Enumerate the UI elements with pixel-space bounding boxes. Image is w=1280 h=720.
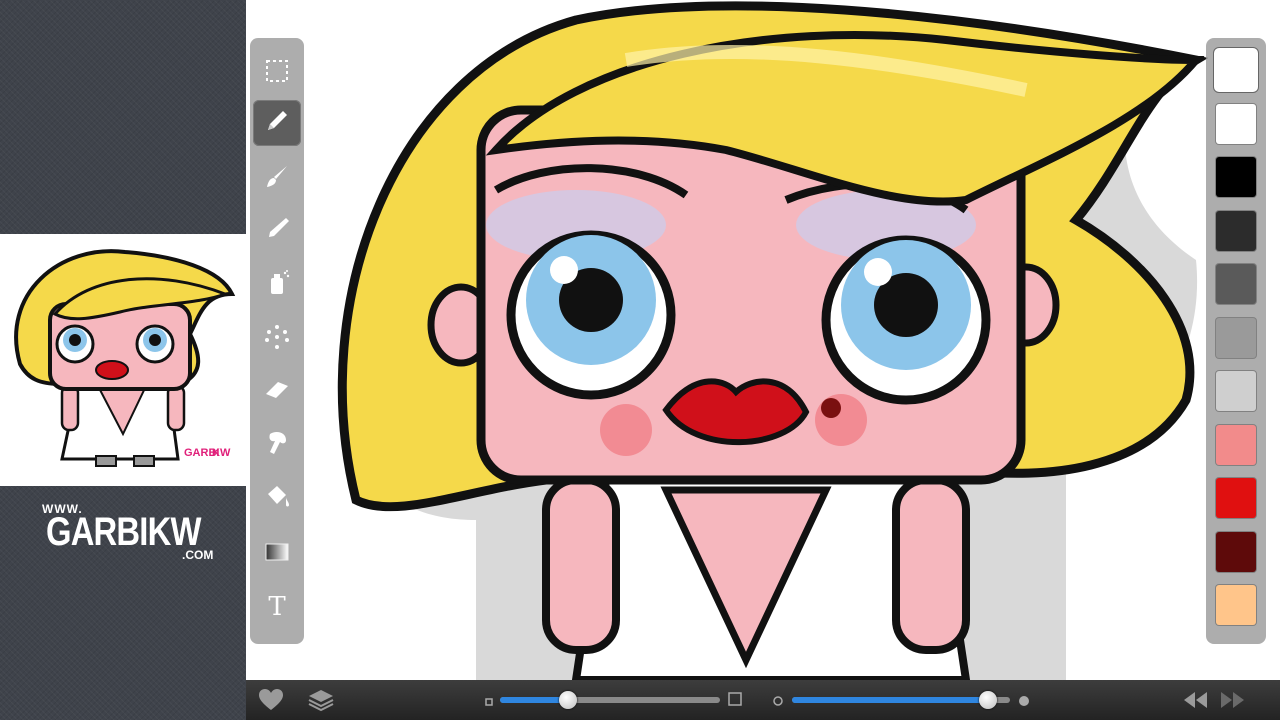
color-swatch[interactable]	[1216, 103, 1256, 144]
eraser-icon	[262, 374, 292, 409]
small-circle-icon	[772, 694, 784, 712]
spray-can-icon	[262, 268, 292, 303]
character-thumbnail: GARBI KW	[0, 234, 248, 486]
smudge-tool[interactable]	[253, 422, 301, 468]
marker-tool[interactable]	[253, 208, 301, 254]
scatter-dots-icon	[262, 322, 292, 357]
color-swatch[interactable]	[1216, 317, 1256, 358]
tool-palette: T	[250, 38, 304, 644]
spray-tool[interactable]	[253, 262, 301, 308]
smudge-finger-icon	[262, 428, 292, 463]
opacity-knob[interactable]	[979, 691, 998, 709]
brush-tool[interactable]	[253, 156, 301, 202]
brand-logo: WWW. GARBIKW .COM	[42, 500, 214, 570]
opacity-slider[interactable]	[792, 691, 1010, 709]
layers-icon[interactable]	[308, 688, 334, 712]
character-thumbnail-art: GARBI KW	[14, 249, 236, 467]
large-circle-icon	[1018, 694, 1030, 712]
color-swatch[interactable]	[1216, 210, 1256, 251]
color-swatch[interactable]	[1216, 478, 1256, 518]
gradient-icon	[262, 536, 292, 571]
pencil-icon	[262, 106, 292, 141]
brush-size-fill	[500, 697, 569, 703]
dashed-selection-icon	[262, 56, 292, 91]
gradient-tool[interactable]	[253, 530, 301, 576]
color-swatch[interactable]	[1216, 371, 1256, 411]
fill-tool[interactable]	[253, 476, 301, 522]
color-swatch[interactable]	[1216, 264, 1256, 304]
fast-forward-icon[interactable]	[1220, 688, 1246, 712]
small-square-icon	[484, 694, 494, 712]
brush-size-knob[interactable]	[559, 691, 578, 709]
rewind-icon[interactable]	[1182, 688, 1208, 712]
pencil-tool[interactable]	[253, 100, 301, 146]
color-swatch[interactable]	[1216, 157, 1256, 197]
canvas-artwork	[337, 1, 1209, 680]
selection-tool[interactable]	[253, 50, 301, 96]
brand-name: GARBIKW	[46, 510, 201, 554]
text-icon: T	[268, 592, 286, 622]
brush-icon	[262, 162, 292, 197]
drawing-canvas[interactable]	[246, 0, 1280, 680]
paint-bucket-icon	[262, 482, 292, 517]
opacity-fill	[792, 697, 989, 703]
heart-icon[interactable]	[258, 688, 284, 712]
brush-size-slider[interactable]	[500, 691, 720, 709]
scatter-tool[interactable]	[253, 316, 301, 362]
brand-tld: .COM	[182, 548, 214, 562]
eraser-tool[interactable]	[253, 368, 301, 414]
color-swatch[interactable]	[1216, 424, 1256, 465]
color-palette	[1206, 38, 1266, 644]
svg-text:KW: KW	[212, 447, 231, 459]
color-swatch[interactable]	[1216, 531, 1256, 572]
marker-icon	[262, 214, 292, 249]
left-brand-panel: GARBI KW WWW. GARBIKW .COM	[0, 0, 248, 720]
color-swatch[interactable]	[1216, 585, 1256, 625]
large-square-icon	[728, 692, 742, 711]
color-swatch[interactable]	[1216, 50, 1256, 90]
bottom-toolbar	[246, 680, 1280, 720]
text-tool[interactable]: T	[253, 584, 301, 630]
